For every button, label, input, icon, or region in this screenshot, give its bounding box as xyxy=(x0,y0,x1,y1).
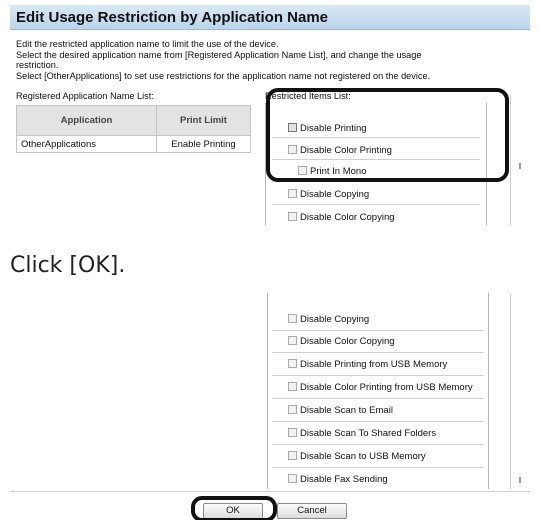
checkbox[interactable] xyxy=(288,314,297,323)
description-line: Select [OtherApplications] to set use re… xyxy=(16,70,431,81)
restricted-item-disable-copying[interactable]: Disable Copying xyxy=(288,314,369,328)
registered-list-label: Registered Application Name List: xyxy=(16,91,154,101)
scrollbar[interactable] xyxy=(510,95,530,225)
cancel-button[interactable]: Cancel xyxy=(277,503,347,519)
divider xyxy=(272,330,484,331)
divider xyxy=(272,444,484,445)
checkbox[interactable] xyxy=(288,336,297,345)
restricted-item-disable-color-copying[interactable]: Disable Color Copying xyxy=(288,212,395,225)
checkbox[interactable] xyxy=(288,451,297,460)
divider xyxy=(272,375,484,376)
registered-application-table: Application Print Limit OtherApplication… xyxy=(16,105,251,153)
edit-usage-restriction-dialog: Edit Usage Restriction by Application Na… xyxy=(10,5,530,225)
table-header-row: Application Print Limit xyxy=(16,105,251,136)
checkbox-label: Disable Color Copying xyxy=(300,212,395,223)
checkbox-label: Disable Color Copying xyxy=(300,336,395,347)
description-line: Edit the restricted application name to … xyxy=(16,39,279,49)
restricted-item-disable-fax[interactable]: Disable Fax Sending xyxy=(288,474,388,488)
checkbox[interactable] xyxy=(288,474,297,483)
checkbox-label: Disable Printing from USB Memory xyxy=(300,359,448,370)
checkbox[interactable] xyxy=(288,382,297,391)
checkbox[interactable] xyxy=(288,405,297,414)
dialog-title-bar: Edit Usage Restriction by Application Na… xyxy=(10,5,530,30)
checkbox-label: Disable Scan to Email xyxy=(300,405,393,416)
checkbox-label: Disable Scan to USB Memory xyxy=(300,451,426,462)
description-line: restriction. xyxy=(16,60,59,70)
checkbox[interactable] xyxy=(288,428,297,437)
checkbox-label: Disable Fax Sending xyxy=(300,474,388,485)
dialog-description: Edit the restricted application name to … xyxy=(16,39,528,81)
checkbox-label: Disable Copying xyxy=(300,314,370,325)
column-header-application: Application xyxy=(16,105,157,136)
table-row[interactable]: OtherApplications Enable Printing xyxy=(16,135,251,153)
scrollbar[interactable] xyxy=(510,293,530,489)
checkbox[interactable] xyxy=(288,212,297,221)
divider xyxy=(10,491,530,492)
restricted-item-disable-scan-email[interactable]: Disable Scan to Email xyxy=(288,405,393,419)
restricted-item-disable-printing-usb[interactable]: Disable Printing from USB Memory xyxy=(288,359,447,373)
highlight-outline xyxy=(266,88,509,182)
scroll-marker xyxy=(519,477,521,483)
checkbox-label: Disable Scan To Shared Folders xyxy=(300,428,437,439)
divider xyxy=(272,421,484,422)
restricted-item-disable-copying[interactable]: Disable Copying xyxy=(288,189,369,203)
dialog-title: Edit Usage Restriction by Application Na… xyxy=(16,9,329,26)
checkbox[interactable] xyxy=(288,189,297,198)
description-line: Select the desired application name from… xyxy=(16,49,422,60)
divider xyxy=(272,398,484,399)
instruction-text: Click [OK]. xyxy=(10,253,126,278)
restricted-item-disable-color-printing-usb[interactable]: Disable Color Printing from USB Memory xyxy=(288,382,473,396)
divider xyxy=(272,204,480,205)
restricted-item-disable-scan-usb[interactable]: Disable Scan to USB Memory xyxy=(288,451,426,465)
checkbox-label: Disable Color Printing from USB Memory xyxy=(300,382,473,393)
divider xyxy=(272,467,484,468)
restricted-items-panel: Disable Copying Disable Color Copying Di… xyxy=(267,293,489,489)
restricted-items-dialog-bottom: Disable Copying Disable Color Copying Di… xyxy=(10,293,530,520)
highlight-outline xyxy=(191,496,277,520)
table-cell-print-limit[interactable]: Enable Printing xyxy=(156,135,251,153)
scroll-marker xyxy=(519,163,521,169)
checkbox[interactable] xyxy=(288,359,297,368)
table-cell-application[interactable]: OtherApplications xyxy=(16,135,157,153)
checkbox-label: Disable Copying xyxy=(300,189,370,200)
divider xyxy=(272,352,484,353)
restricted-item-disable-scan-shared[interactable]: Disable Scan To Shared Folders xyxy=(288,428,436,442)
column-header-print-limit: Print Limit xyxy=(156,105,251,136)
restricted-item-disable-color-copying[interactable]: Disable Color Copying xyxy=(288,336,395,350)
